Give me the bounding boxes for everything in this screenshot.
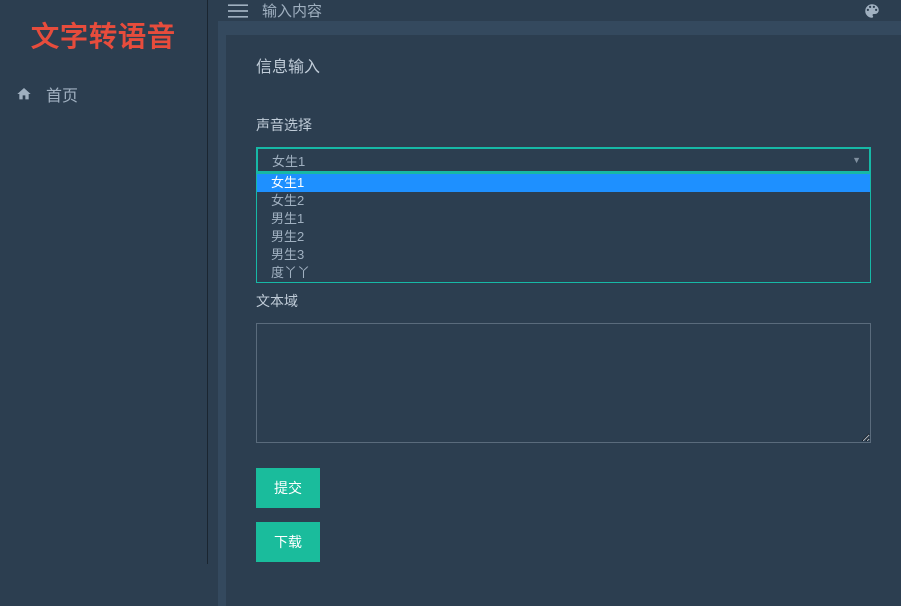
- voice-select[interactable]: 女生1 ▼ 女生1 女生2 男生1 男生2 男生3 度丫丫: [256, 147, 871, 283]
- sidebar-item-home[interactable]: 首页: [0, 70, 207, 118]
- voice-option[interactable]: 男生2: [257, 228, 870, 246]
- content-textarea[interactable]: [256, 323, 871, 443]
- panel: 信息输入 声音选择 女生1 ▼ 女生1 女生2 男生1 男生2 男生3 度丫丫 …: [226, 35, 901, 606]
- breadcrumb: 输入内容: [262, 0, 322, 21]
- voice-option[interactable]: 男生1: [257, 210, 870, 228]
- palette-icon[interactable]: [863, 2, 881, 20]
- textarea-label: 文本域: [256, 291, 871, 311]
- submit-button[interactable]: 提交: [256, 468, 320, 508]
- menu-toggle-icon[interactable]: [228, 3, 248, 19]
- voice-option[interactable]: 男生3: [257, 246, 870, 264]
- voice-dropdown: 女生1 女生2 男生1 男生2 男生3 度丫丫: [256, 173, 871, 283]
- voice-option[interactable]: 女生2: [257, 192, 870, 210]
- main: 输入内容 信息输入 声音选择 女生1 ▼ 女生1 女生2 男生1 男生2 男生3…: [208, 0, 901, 564]
- chevron-down-icon: ▼: [852, 155, 861, 165]
- content-area: 信息输入 声音选择 女生1 ▼ 女生1 女生2 男生1 男生2 男生3 度丫丫 …: [208, 21, 901, 606]
- logo-text: 文字转语音: [31, 15, 176, 55]
- download-button[interactable]: 下载: [256, 522, 320, 562]
- panel-title: 信息输入: [256, 53, 871, 77]
- logo: 文字转语音: [0, 0, 207, 70]
- home-icon: [16, 86, 32, 102]
- voice-option[interactable]: 度丫丫: [257, 264, 870, 282]
- voice-select-label: 声音选择: [256, 115, 871, 135]
- sidebar: 文字转语音 首页: [0, 0, 208, 564]
- sidebar-item-label: 首页: [46, 82, 78, 106]
- voice-select-display[interactable]: 女生1 ▼: [256, 147, 871, 173]
- voice-select-value: 女生1: [272, 151, 305, 170]
- topbar: 输入内容: [208, 0, 901, 21]
- voice-option[interactable]: 女生1: [257, 174, 870, 192]
